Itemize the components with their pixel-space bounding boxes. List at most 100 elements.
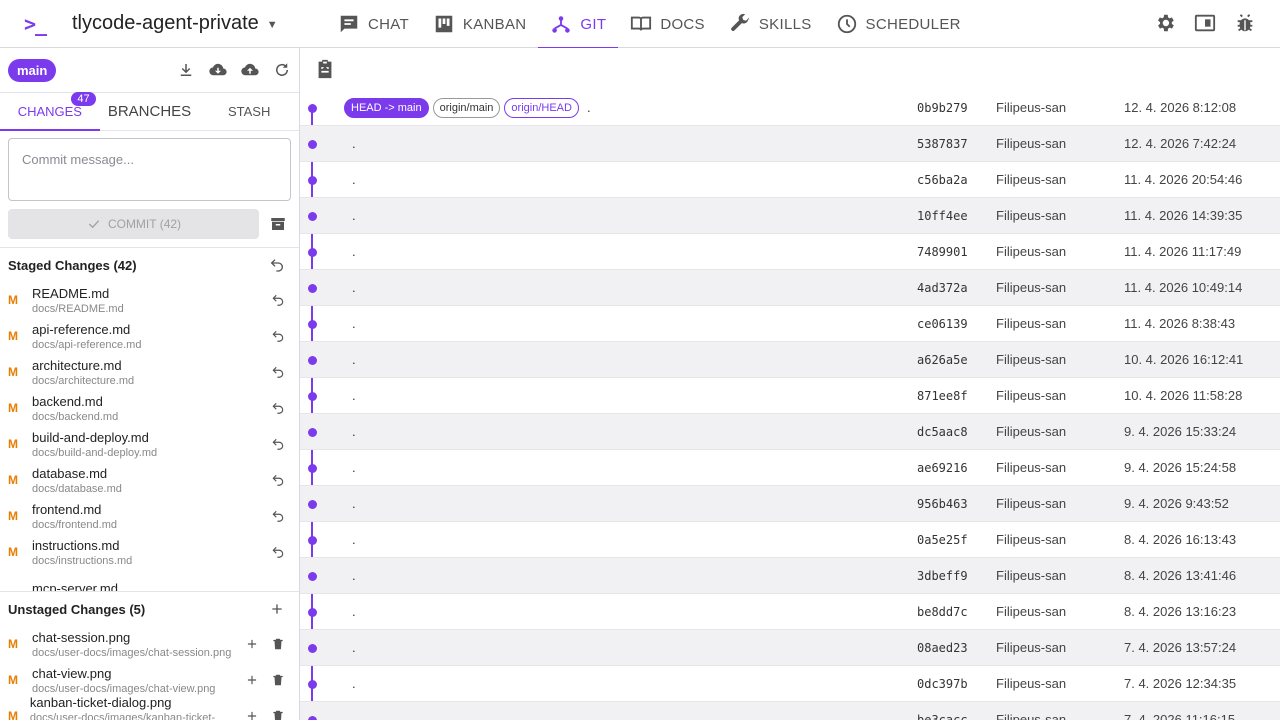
- stage-plus-icon[interactable]: [245, 673, 259, 687]
- tab-branches[interactable]: BRANCHES: [100, 93, 200, 130]
- file-actions: [271, 509, 285, 523]
- staged-file-item[interactable]: M README.md docs/README.md: [0, 282, 299, 318]
- ref-origin-head[interactable]: origin/HEAD: [504, 98, 579, 118]
- commit-row[interactable]: . 871ee8f Filipeus-san 10. 4. 2026 11:58:28: [300, 378, 1280, 414]
- app-logo[interactable]: >_: [24, 12, 47, 36]
- commit-row[interactable]: . 5387837 Filipeus-san 12. 4. 2026 7:42:24: [300, 126, 1280, 162]
- tab-stash[interactable]: STASH: [199, 93, 299, 130]
- ref-origin-main[interactable]: origin/main: [432, 98, 501, 118]
- commit-row[interactable]: . a626a5e Filipeus-san 10. 4. 2026 16:12:41: [300, 342, 1280, 378]
- tab-skills[interactable]: SKILLS: [717, 0, 824, 48]
- staged-file-item[interactable]: mcp-server.md: [0, 570, 299, 592]
- commit-dot: [308, 500, 317, 509]
- unstaged-file-item[interactable]: Mchat-session.png docs/user-docs/images/c…: [0, 626, 299, 662]
- cloud-download-icon[interactable]: [209, 61, 227, 79]
- commit-row[interactable]: . 08aed23 Filipeus-san 7. 4. 2026 13:57:24: [300, 630, 1280, 666]
- trash-icon[interactable]: [271, 637, 285, 651]
- project-selector[interactable]: tlycode-agent-private ▼: [72, 12, 278, 35]
- unstage-icon[interactable]: [271, 401, 285, 415]
- staged-file-item[interactable]: Mbuild-and-deploy.md docs/build-and-deplo…: [0, 426, 299, 462]
- commit-dot: [308, 536, 317, 545]
- staged-file-list: M README.md docs/README.md Mapi-reference.m…: [0, 282, 299, 591]
- file-path: docs/frontend.md: [32, 518, 117, 531]
- commit-row[interactable]: . 0dc397b Filipeus-san 7. 4. 2026 12:34:35: [300, 666, 1280, 702]
- ref-head-main[interactable]: HEAD -> main: [344, 98, 429, 118]
- refresh-icon[interactable]: [273, 61, 291, 79]
- unstage-icon[interactable]: [271, 329, 285, 343]
- trash-icon[interactable]: [271, 673, 285, 687]
- unstage-icon[interactable]: [271, 293, 285, 307]
- stage-plus-icon[interactable]: [245, 709, 259, 720]
- unstage-icon[interactable]: [271, 545, 285, 559]
- commit-date: 8. 4. 2026 13:41:46: [1124, 568, 1237, 583]
- trash-icon[interactable]: [271, 709, 285, 720]
- commit-message: .: [352, 316, 356, 331]
- unstage-icon[interactable]: [271, 365, 285, 379]
- staged-file-item[interactable]: Marchitecture.md docs/architecture.md: [0, 354, 299, 390]
- log-toolbar: [300, 48, 1280, 90]
- commit-author: Filipeus-san: [996, 352, 1067, 367]
- commit-row[interactable]: HEAD -> main origin/main origin/HEAD. 0b9b2…: [300, 90, 1280, 126]
- commit-date: 8. 4. 2026 16:13:43: [1124, 532, 1237, 547]
- staged-file-item[interactable]: Mdatabase.md docs/database.md: [0, 462, 299, 498]
- unstaged-file-item[interactable]: Mkanban-ticket-dialog.png docs/user-docs/…: [0, 695, 299, 720]
- commit-row[interactable]: . be3cacc Filipeus-san 7. 4. 2026 11:16:15: [300, 702, 1280, 720]
- stage-plus-icon[interactable]: [245, 637, 259, 651]
- branch-actions: [177, 61, 291, 79]
- tab-chat[interactable]: CHAT: [326, 0, 421, 48]
- tab-kanban[interactable]: KANBAN: [421, 0, 539, 48]
- clipboard-icon[interactable]: [314, 58, 336, 80]
- check-icon: [88, 220, 100, 229]
- bug-icon[interactable]: [1234, 12, 1256, 34]
- commit-row[interactable]: . be8dd7c Filipeus-san 8. 4. 2026 13:16:23: [300, 594, 1280, 630]
- commit-date: 12. 4. 2026 8:12:08: [1124, 100, 1237, 115]
- file-name: README.md: [32, 285, 110, 301]
- file-names: chat-session.png docs/user-docs/images/ch…: [32, 629, 231, 660]
- commit-message-input[interactable]: Commit message...: [8, 138, 291, 201]
- commit-row[interactable]: . 0a5e25f Filipeus-san 8. 4. 2026 16:13:43: [300, 522, 1280, 558]
- chat-icon: [340, 15, 358, 33]
- file-names: README.md docs/README.md: [32, 285, 124, 316]
- unstage-icon[interactable]: [271, 437, 285, 451]
- file-name: build-and-deploy.md: [32, 429, 149, 445]
- file-name: mcp-server.md: [32, 580, 118, 592]
- tab-skills-label: SKILLS: [758, 15, 812, 33]
- commit-row[interactable]: . 4ad372a Filipeus-san 11. 4. 2026 10:49:14: [300, 270, 1280, 306]
- panel-toggle-icon[interactable]: [1194, 12, 1216, 34]
- commit-row[interactable]: . dc5aac8 Filipeus-san 9. 4. 2026 15:33:24: [300, 414, 1280, 450]
- commit-dot: [308, 248, 317, 257]
- tab-changes[interactable]: CHANGES 47: [0, 92, 100, 131]
- commit-dot: [308, 392, 317, 401]
- file-status: M: [8, 545, 18, 559]
- file-name: architecture.md: [32, 357, 122, 373]
- commit-date: 10. 4. 2026 16:12:41: [1124, 352, 1244, 367]
- commit-date: 10. 4. 2026 11:58:28: [1124, 388, 1243, 403]
- commit-row[interactable]: . ce06139 Filipeus-san 11. 4. 2026 8:38:43: [300, 306, 1280, 342]
- staged-file-item[interactable]: Mbackend.md docs/backend.md: [0, 390, 299, 426]
- commit-row[interactable]: . ae69216 Filipeus-san 9. 4. 2026 15:24:58: [300, 450, 1280, 486]
- branch-chip[interactable]: main: [8, 58, 57, 82]
- commit-row[interactable]: . 3dbeff9 Filipeus-san 8. 4. 2026 13:41:46: [300, 558, 1280, 594]
- commit-row[interactable]: . 7489901 Filipeus-san 11. 4. 2026 11:17:49: [300, 234, 1280, 270]
- commit-button[interactable]: COMMIT (42): [8, 209, 259, 239]
- commit-row[interactable]: . c56ba2a Filipeus-san 11. 4. 2026 20:54:46: [300, 162, 1280, 198]
- staged-file-item[interactable]: Mapi-reference.md docs/api-reference.md: [0, 318, 299, 354]
- tab-scheduler[interactable]: SCHEDULER: [824, 0, 973, 48]
- staged-file-item[interactable]: Minstructions.md docs/instructions.md: [0, 534, 299, 570]
- unstage-icon[interactable]: [271, 473, 285, 487]
- cloud-upload-icon[interactable]: [241, 61, 259, 79]
- commit-dot: [308, 212, 317, 221]
- commit-dot: [308, 176, 317, 185]
- commit-row[interactable]: . 956b463 Filipeus-san 9. 4. 2026 9:43:52: [300, 486, 1280, 522]
- undo-icon[interactable]: [269, 257, 285, 273]
- staged-header: Staged Changes (42): [0, 248, 299, 282]
- commit-row[interactable]: . 10ff4ee Filipeus-san 11. 4. 2026 14:39:35: [300, 198, 1280, 234]
- gear-icon[interactable]: [1154, 12, 1176, 34]
- unstage-icon[interactable]: [271, 509, 285, 523]
- tab-git[interactable]: GIT: [538, 0, 619, 49]
- tab-docs[interactable]: DOCS: [618, 0, 717, 48]
- download-icon[interactable]: [177, 61, 195, 79]
- archive-icon[interactable]: [269, 215, 287, 233]
- plus-icon[interactable]: [269, 601, 285, 617]
- staged-file-item[interactable]: Mfrontend.md docs/frontend.md: [0, 498, 299, 534]
